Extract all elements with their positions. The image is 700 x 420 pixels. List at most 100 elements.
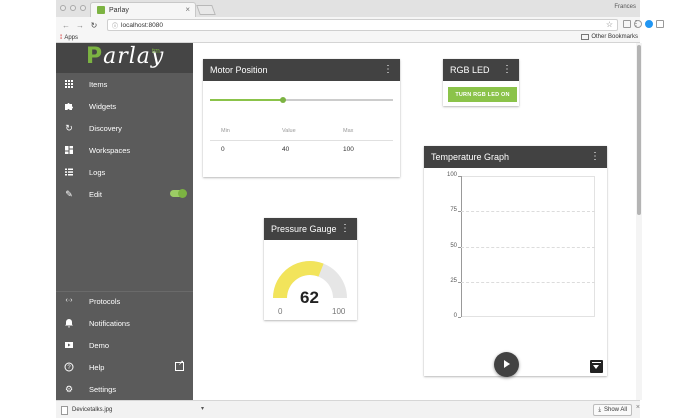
- gauge-max-label: 100: [332, 307, 346, 316]
- list-icon: [64, 167, 74, 177]
- workspace-area: Motor Position ⋮ Min Value Max 0 40 100 …: [193, 43, 636, 400]
- blue-extension-icon[interactable]: [645, 20, 653, 28]
- min-value: 0: [221, 146, 225, 153]
- y-tick-label: 75: [450, 207, 457, 214]
- folder-icon: [581, 34, 590, 40]
- card-title: RGB LED: [450, 65, 490, 75]
- external-link-icon: [175, 359, 184, 371]
- close-window-button[interactable]: [60, 5, 66, 11]
- sidebar-item-workspaces[interactable]: Workspaces: [56, 140, 193, 160]
- other-bookmarks-label: Other Bookmarks: [591, 34, 638, 40]
- grid-icon: [64, 79, 74, 89]
- column-header: Max: [343, 128, 354, 134]
- url-text: localhost:8080: [121, 21, 163, 29]
- sidebar-item-label: Discovery: [89, 123, 122, 133]
- sidebar-item-edit[interactable]: ✎ Edit: [56, 184, 193, 204]
- temperature-chart: 100 75 50 25 0: [424, 168, 607, 376]
- download-icon[interactable]: [590, 360, 603, 373]
- current-value: 40: [282, 146, 290, 153]
- new-tab-button[interactable]: [196, 5, 216, 15]
- card-title: Temperature Graph: [431, 152, 510, 162]
- cast-extension-icon[interactable]: [623, 20, 631, 28]
- gridline: [461, 211, 595, 213]
- forward-arrow-icon[interactable]: →: [76, 21, 84, 30]
- bell-icon: [64, 318, 74, 328]
- show-all-label: Show All: [603, 407, 627, 413]
- code-arrows-icon: ‹·›: [65, 297, 73, 304]
- column-header: Min: [221, 128, 230, 134]
- bookmark-star-icon[interactable]: ☆: [606, 20, 613, 29]
- gear-icon: ⚙: [64, 384, 74, 394]
- sidebar-item-settings[interactable]: ⚙ Settings: [56, 379, 193, 399]
- puzzle-icon: [64, 101, 74, 111]
- maximize-window-button[interactable]: [80, 5, 86, 11]
- y-tick-mark: [458, 317, 461, 318]
- tab-close-icon[interactable]: ×: [185, 5, 190, 14]
- more-vert-icon[interactable]: ⋮: [502, 62, 512, 78]
- close-download-bar-icon[interactable]: ×: [636, 404, 640, 411]
- table-header-row: Min Value Max: [210, 123, 393, 141]
- download-arrow-icon: ⤓: [598, 406, 601, 413]
- scrollbar-thumb[interactable]: [637, 45, 641, 215]
- edit-mode-toggle[interactable]: [170, 189, 187, 198]
- sidebar-item-protocols[interactable]: ‹·› Protocols: [56, 291, 193, 311]
- sidebar-item-logs[interactable]: Logs: [56, 162, 193, 182]
- gauge-value: 62: [300, 288, 319, 307]
- download-item[interactable]: Devicetalks.jpg: [61, 404, 153, 416]
- play-button[interactable]: [494, 352, 519, 377]
- more-vert-icon[interactable]: ⋮: [590, 149, 600, 165]
- apps-bookmark[interactable]: Apps: [64, 35, 78, 41]
- other-bookmarks[interactable]: Other Bookmarks: [581, 34, 638, 40]
- logo-trademark: tm: [152, 48, 160, 55]
- card-title: Pressure Gauge: [271, 224, 337, 234]
- browser-tab[interactable]: Parlay ×: [90, 2, 196, 17]
- bookmarks-bar: ⁞⁞ Apps Other Bookmarks: [56, 33, 640, 43]
- motor-position-card: Motor Position ⋮ Min Value Max 0 40 100: [203, 59, 400, 177]
- show-all-button[interactable]: ⤓ Show All: [593, 404, 632, 416]
- sidebar-item-label: Widgets: [89, 101, 117, 111]
- slideshow-icon: [64, 340, 74, 350]
- reload-icon[interactable]: ↻: [90, 21, 98, 30]
- file-icon: [61, 405, 68, 415]
- sidebar-item-help[interactable]: ? Help: [56, 357, 193, 377]
- chevron-down-icon[interactable]: ▾: [201, 405, 204, 412]
- more-vert-icon[interactable]: ⋮: [383, 62, 393, 78]
- download-bar: Devicetalks.jpg ▾ ⤓ Show All ×: [56, 400, 640, 418]
- motor-slider[interactable]: [210, 97, 393, 103]
- help-icon: ?: [64, 362, 74, 372]
- pencil-icon: ✎: [65, 189, 73, 199]
- sidebar-item-demo[interactable]: Demo: [56, 335, 193, 355]
- apps-grid-icon[interactable]: ⁞⁞: [60, 35, 63, 41]
- sidebar-item-label: Settings: [89, 384, 117, 394]
- y-tick-label: 50: [450, 242, 457, 249]
- back-arrow-icon[interactable]: ←: [62, 21, 70, 30]
- turn-rgb-led-on-button[interactable]: TURN RGB LED ON: [448, 87, 517, 102]
- card-title: Motor Position: [210, 65, 268, 75]
- y-tick-label: 0: [453, 313, 457, 319]
- address-bar[interactable]: ⓘ localhost:8080 ☆: [107, 19, 618, 31]
- sidebar-item-discovery[interactable]: ↻ Discovery: [56, 118, 193, 138]
- sidebar-item-label: Notifications: [89, 318, 130, 328]
- rgb-led-card: RGB LED ⋮ TURN RGB LED ON: [443, 59, 519, 106]
- more-vert-icon[interactable]: ⋮: [340, 221, 350, 237]
- table-row: 0 40 100: [210, 141, 393, 159]
- y-tick-label: 100: [446, 172, 457, 178]
- menu-extension-icon[interactable]: [656, 20, 664, 28]
- profile-name[interactable]: Frances: [614, 4, 636, 10]
- vertical-scrollbar[interactable]: [636, 43, 642, 400]
- page-info-icon[interactable]: ⓘ: [112, 21, 118, 30]
- minimize-window-button[interactable]: [70, 5, 76, 11]
- max-value: 100: [343, 146, 354, 153]
- tab-title: Parlay: [109, 6, 129, 14]
- parlay-favicon-icon: [97, 6, 105, 14]
- sidebar-item-widgets[interactable]: Widgets: [56, 96, 193, 116]
- card-header: Motor Position ⋮: [203, 59, 400, 81]
- parlay-logo: Parlay tm: [56, 43, 193, 73]
- sidebar-item-items[interactable]: Items: [56, 74, 193, 94]
- sidebar-item-notifications[interactable]: Notifications: [56, 313, 193, 333]
- y-tick-mark: [458, 176, 461, 177]
- slider-thumb[interactable]: [280, 97, 287, 103]
- window-controls: [60, 5, 86, 11]
- gridline: [461, 246, 595, 248]
- chrome-menu-icon[interactable]: ⋮: [632, 19, 640, 28]
